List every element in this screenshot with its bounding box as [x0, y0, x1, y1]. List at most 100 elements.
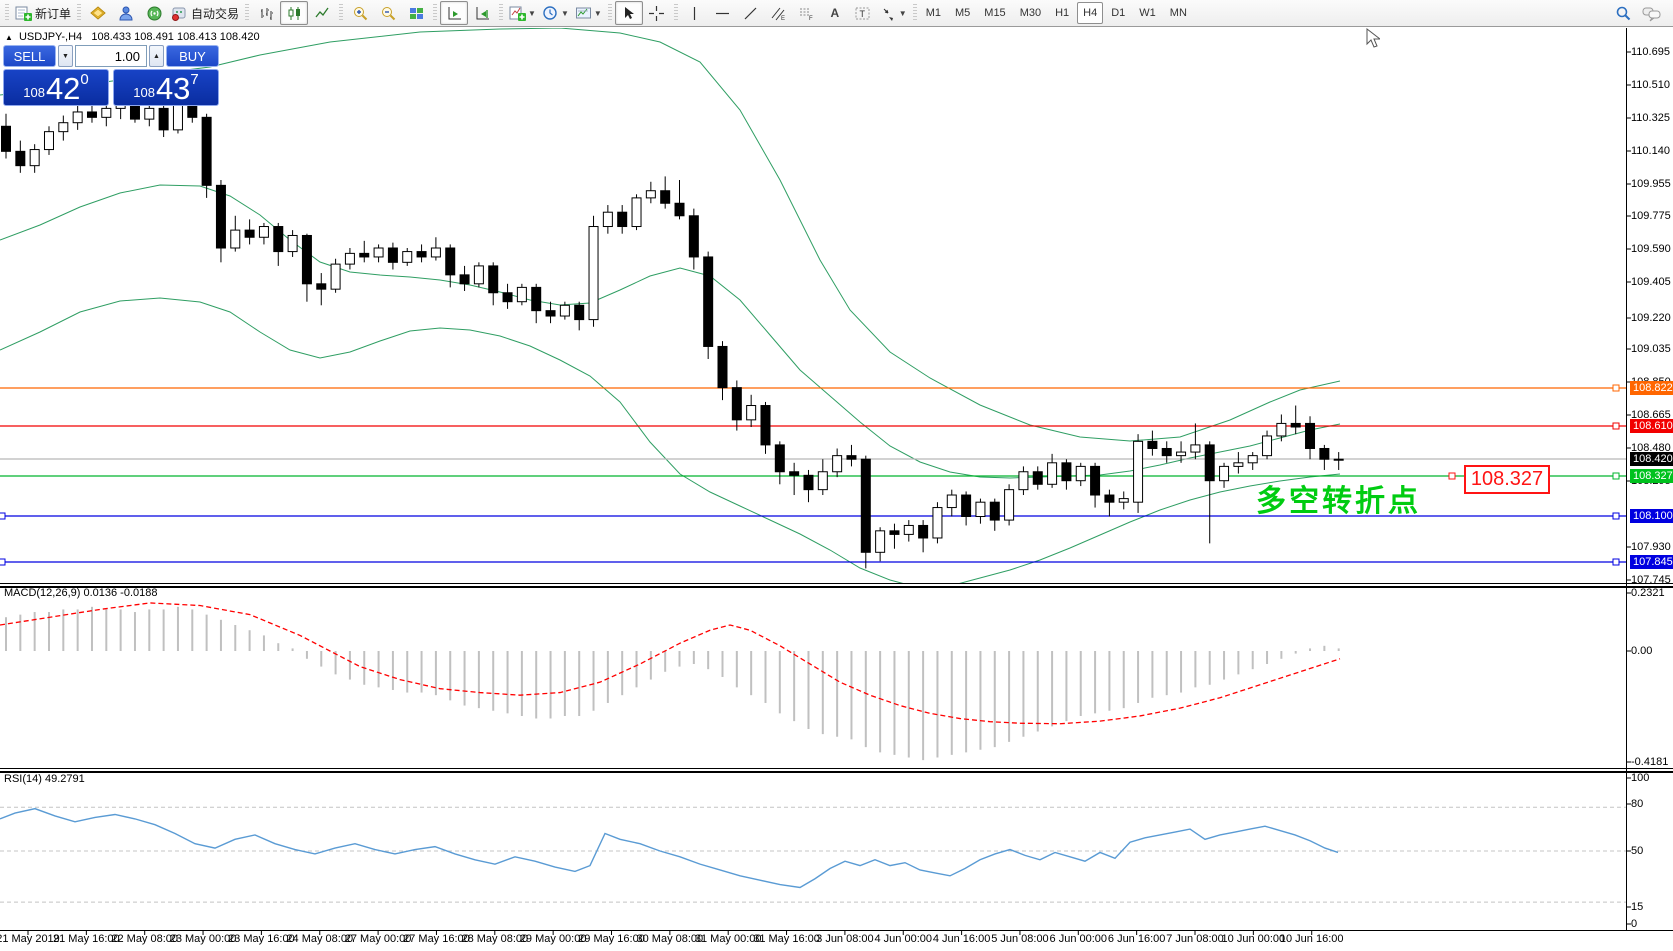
tile-windows-icon [408, 5, 425, 22]
toolbar-grip[interactable] [608, 4, 612, 22]
candle [718, 341, 727, 400]
text-tool-button[interactable]: A [821, 1, 849, 25]
tf-button-D1[interactable]: D1 [1105, 2, 1131, 24]
new-order-button[interactable]: 新订单 [12, 1, 74, 25]
periods-button[interactable]: ▼ [539, 1, 572, 25]
tf-button-M15[interactable]: M15 [978, 2, 1011, 24]
price-note-box[interactable]: 108.327 [1464, 465, 1550, 494]
toolbar-grip[interactable] [499, 4, 503, 22]
tf-button-W1[interactable]: W1 [1133, 2, 1162, 24]
bar-chart-button[interactable] [252, 1, 280, 25]
macd-pane [0, 603, 1340, 760]
label-tool-button[interactable]: T [849, 1, 877, 25]
arrows-tool-button[interactable]: ▼ [877, 1, 910, 25]
line-handle[interactable] [1613, 385, 1619, 391]
toolbar-grip[interactable] [245, 4, 249, 22]
line-handle[interactable] [0, 559, 5, 565]
line-handle[interactable] [1613, 513, 1619, 519]
zoom-in-icon [352, 5, 369, 22]
time-axis-label: 29 May 00:00 [520, 933, 587, 945]
vertical-line-tool-button[interactable] [681, 1, 709, 25]
market-watch-button[interactable] [84, 1, 112, 25]
autotrade-button[interactable]: 自动交易 [168, 1, 242, 25]
time-axis-label: 23 May 00:00 [170, 933, 237, 945]
tf-button-H4[interactable]: H4 [1077, 2, 1103, 24]
sell-button[interactable]: SELL [3, 45, 56, 67]
search-button[interactable] [1609, 1, 1637, 25]
line-handle[interactable] [1613, 473, 1619, 479]
horizontal-line-tool-button[interactable] [709, 1, 737, 25]
auto-scroll-button[interactable] [440, 1, 468, 25]
candlestick-chart-button[interactable] [280, 1, 308, 25]
zoom-in-button[interactable] [346, 1, 374, 25]
line-handle[interactable] [1449, 473, 1455, 479]
line-handle[interactable] [1613, 559, 1619, 565]
sell-price-display[interactable]: 108 42 0 [3, 69, 109, 106]
volume-input[interactable] [75, 45, 147, 67]
signal-button[interactable] [140, 1, 168, 25]
candle [1091, 463, 1100, 508]
buy-price-display[interactable]: 108 43 7 [113, 69, 219, 106]
trendline-tool-button[interactable] [737, 1, 765, 25]
toolbar-grip[interactable] [5, 4, 9, 22]
search-icon [1615, 5, 1632, 22]
pane-separator[interactable] [0, 583, 1673, 584]
time-axis-label: 5 Jun 08:00 [991, 933, 1049, 945]
volume-increase-button[interactable]: ▲ [149, 45, 164, 67]
candle [302, 234, 311, 302]
candle [1119, 491, 1128, 509]
line-handle[interactable] [0, 513, 5, 519]
templates-button[interactable]: ▼ [572, 1, 605, 25]
volume-decrease-button[interactable]: ▼ [58, 45, 73, 67]
pane-separator[interactable] [0, 586, 1673, 588]
profile-button[interactable] [112, 1, 140, 25]
time-axis-label: 27 May 00:00 [345, 933, 412, 945]
buy-button[interactable]: BUY [166, 45, 219, 67]
time-axis-label: 4 Jun 16:00 [933, 933, 991, 945]
chart-shift-button[interactable] [468, 1, 496, 25]
zoom-out-button[interactable] [374, 1, 402, 25]
candle [202, 114, 211, 198]
channel-tool-button[interactable]: E [765, 1, 793, 25]
collapse-arrow-icon[interactable]: ▲ [5, 33, 13, 42]
candle [603, 205, 612, 234]
toolbar-grip[interactable] [674, 4, 678, 22]
price-level-label-108.420: 108.420 [1630, 452, 1673, 466]
toolbar-grip[interactable] [433, 4, 437, 22]
chart-canvas[interactable]: ▲ USDJPY-,H4 108.433 108.491 108.413 108… [0, 27, 1673, 951]
price-tick-label: 109.220 [1631, 312, 1671, 324]
price-level-label-108.610: 108.610 [1630, 419, 1673, 433]
pane-separator[interactable] [0, 771, 1673, 773]
macd-indicator-label: MACD(12,26,9) 0.0136 -0.0188 [4, 587, 157, 599]
toolbar-grip[interactable] [77, 4, 81, 22]
candle [890, 524, 899, 549]
chart-plot[interactable] [0, 27, 1673, 951]
line-chart-button[interactable] [308, 1, 336, 25]
toolbar-grip[interactable] [339, 4, 343, 22]
tf-button-MN[interactable]: MN [1164, 2, 1193, 24]
tf-button-M5[interactable]: M5 [949, 2, 976, 24]
fibonacci-tool-button[interactable]: F [793, 1, 821, 25]
tf-button-M1[interactable]: M1 [920, 2, 947, 24]
pane-separator[interactable] [0, 768, 1673, 769]
time-axis-label: 23 May 16:00 [228, 933, 295, 945]
tf-button-M30[interactable]: M30 [1014, 2, 1047, 24]
crosshair-tool-button[interactable] [643, 1, 671, 25]
price-tick-label: 110.140 [1631, 145, 1670, 157]
templates-icon [575, 5, 592, 22]
candle [1320, 445, 1329, 470]
toolbar-grip[interactable] [913, 4, 917, 22]
candle [675, 180, 684, 219]
price-level-label-108.327: 108.327 [1630, 469, 1673, 483]
annotation-text-cn[interactable]: 多空转折点 [1256, 476, 1421, 520]
candle [1263, 431, 1272, 460]
tf-button-H1[interactable]: H1 [1049, 2, 1075, 24]
chat-button[interactable] [1637, 1, 1665, 25]
cursor-tool-button[interactable] [615, 1, 643, 25]
rsi-tick-label: 80 [1631, 798, 1643, 810]
indicators-button[interactable]: ▼ [506, 1, 539, 25]
line-handle[interactable] [1613, 423, 1619, 429]
rsi-pane [0, 807, 1626, 902]
tile-windows-button[interactable] [402, 1, 430, 25]
one-click-trade-panel: SELL ▼ ▲ BUY 108 42 0 108 43 7 [3, 45, 221, 106]
